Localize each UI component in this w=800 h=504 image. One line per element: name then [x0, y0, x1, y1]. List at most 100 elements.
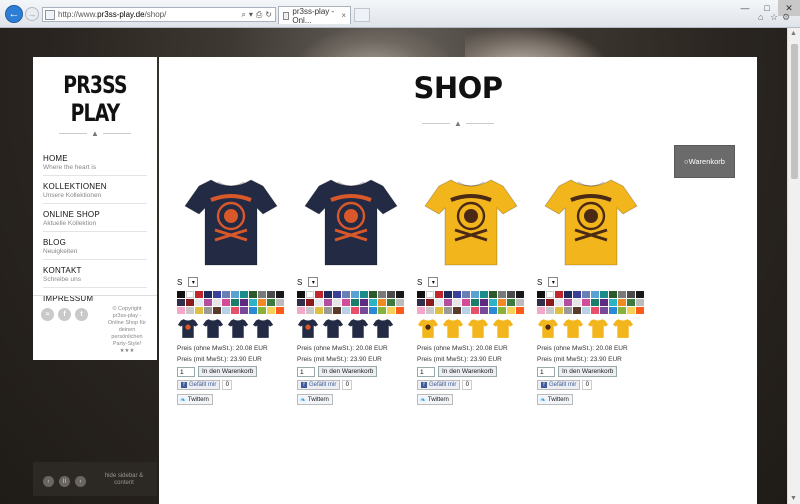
color-swatch[interactable] [222, 299, 230, 306]
color-swatch[interactable] [240, 291, 248, 298]
cart-button[interactable]: ○ Warenkorb [674, 145, 735, 178]
menu-item-kontakt[interactable]: KONTAKT Schreibe uns [43, 260, 147, 288]
color-swatch[interactable] [213, 307, 221, 314]
color-swatch[interactable] [177, 307, 185, 314]
color-swatch[interactable] [591, 299, 599, 306]
prev-slide-icon[interactable]: ‹ [43, 476, 54, 487]
chevron-down-icon[interactable]: ▾ [428, 277, 439, 287]
like-button[interactable]: f Gefällt mir [297, 380, 341, 390]
add-to-cart-button[interactable]: In den Warenkorb [438, 366, 498, 377]
back-button[interactable]: ← [5, 5, 23, 23]
color-swatch[interactable] [315, 291, 323, 298]
color-swatch[interactable] [378, 291, 386, 298]
view-thumbnail[interactable] [177, 317, 199, 339]
color-swatch[interactable] [267, 291, 275, 298]
color-swatch[interactable] [213, 291, 221, 298]
color-swatch[interactable] [507, 307, 515, 314]
color-swatch[interactable] [186, 299, 194, 306]
chevron-down-icon[interactable]: ▾ [308, 277, 319, 287]
color-swatch[interactable] [555, 299, 563, 306]
color-swatch[interactable] [627, 291, 635, 298]
color-swatch[interactable] [516, 307, 524, 314]
menu-item-home[interactable]: HOME Where the heart is [43, 148, 147, 176]
refresh-icon[interactable]: ↻ [265, 10, 272, 20]
color-swatch[interactable] [267, 307, 275, 314]
color-swatch[interactable] [195, 299, 203, 306]
color-swatch[interactable] [546, 299, 554, 306]
facebook-icon[interactable]: f [58, 308, 71, 321]
view-thumbnail[interactable] [347, 317, 369, 339]
color-swatch[interactable] [480, 291, 488, 298]
color-swatch[interactable] [231, 291, 239, 298]
color-swatch[interactable] [324, 307, 332, 314]
color-swatch[interactable] [627, 307, 635, 314]
color-swatch[interactable] [618, 299, 626, 306]
color-swatch[interactable] [600, 307, 608, 314]
color-swatch[interactable] [537, 299, 545, 306]
color-swatch[interactable] [426, 307, 434, 314]
color-swatch[interactable] [453, 299, 461, 306]
color-swatch[interactable] [546, 307, 554, 314]
like-button[interactable]: f Gefällt mir [537, 380, 581, 390]
color-swatch[interactable] [537, 307, 545, 314]
color-swatch[interactable] [186, 291, 194, 298]
color-swatch[interactable] [396, 299, 404, 306]
color-swatch[interactable] [600, 299, 608, 306]
quantity-input[interactable]: 1 [297, 366, 315, 377]
view-thumbnail[interactable] [372, 317, 394, 339]
forward-button[interactable]: → [25, 7, 39, 21]
view-thumbnail[interactable] [537, 317, 559, 339]
pause-icon[interactable]: II [59, 476, 70, 487]
color-swatch[interactable] [387, 299, 395, 306]
next-slide-icon[interactable]: › [75, 476, 86, 487]
color-swatch[interactable] [600, 291, 608, 298]
color-swatch[interactable] [582, 307, 590, 314]
color-swatch[interactable] [342, 307, 350, 314]
product-image[interactable] [421, 167, 521, 273]
tweet-button[interactable]: ❧ Twittern [537, 394, 573, 405]
favorites-icon[interactable]: ☆ [770, 12, 778, 23]
view-thumbnail[interactable] [492, 317, 514, 339]
color-swatch[interactable] [417, 291, 425, 298]
color-swatch[interactable] [324, 299, 332, 306]
color-swatch[interactable] [591, 307, 599, 314]
view-thumbnail[interactable] [587, 317, 609, 339]
color-swatch[interactable] [462, 299, 470, 306]
view-thumbnail[interactable] [252, 317, 274, 339]
menu-item-kollektionen[interactable]: KOLLEKTIONEN Unsere Kollektionen [43, 176, 147, 204]
color-swatch[interactable] [426, 299, 434, 306]
product-image[interactable] [181, 167, 281, 273]
color-swatch[interactable] [480, 307, 488, 314]
dropdown-icon[interactable]: ▾ [249, 10, 253, 20]
scroll-up-icon[interactable]: ▲ [790, 30, 797, 37]
color-swatch[interactable] [342, 299, 350, 306]
color-swatch[interactable] [627, 299, 635, 306]
color-swatch[interactable] [453, 307, 461, 314]
new-tab-button[interactable] [354, 8, 370, 22]
color-swatch[interactable] [444, 307, 452, 314]
color-swatch[interactable] [435, 299, 443, 306]
view-thumbnail[interactable] [322, 317, 344, 339]
add-to-cart-button[interactable]: In den Warenkorb [318, 366, 378, 377]
color-swatch[interactable] [333, 299, 341, 306]
twitter-icon[interactable]: t [75, 308, 88, 321]
search-icon[interactable]: ⌕ [241, 10, 245, 20]
tweet-button[interactable]: ❧ Twittern [297, 394, 333, 405]
color-swatch[interactable] [231, 307, 239, 314]
color-swatch[interactable] [360, 291, 368, 298]
color-swatch[interactable] [231, 299, 239, 306]
color-swatch[interactable] [417, 307, 425, 314]
color-swatch[interactable] [387, 291, 395, 298]
view-thumbnail[interactable] [202, 317, 224, 339]
color-swatch[interactable] [213, 299, 221, 306]
vertical-scrollbar[interactable]: ▲ ▼ [787, 28, 800, 504]
rss-icon[interactable]: ≈ [41, 308, 54, 321]
color-swatch[interactable] [507, 299, 515, 306]
color-swatch[interactable] [426, 291, 434, 298]
color-swatch[interactable] [276, 299, 284, 306]
color-swatch[interactable] [435, 291, 443, 298]
color-swatch[interactable] [306, 307, 314, 314]
color-swatch[interactable] [582, 299, 590, 306]
color-swatch[interactable] [462, 307, 470, 314]
color-swatch[interactable] [609, 299, 617, 306]
